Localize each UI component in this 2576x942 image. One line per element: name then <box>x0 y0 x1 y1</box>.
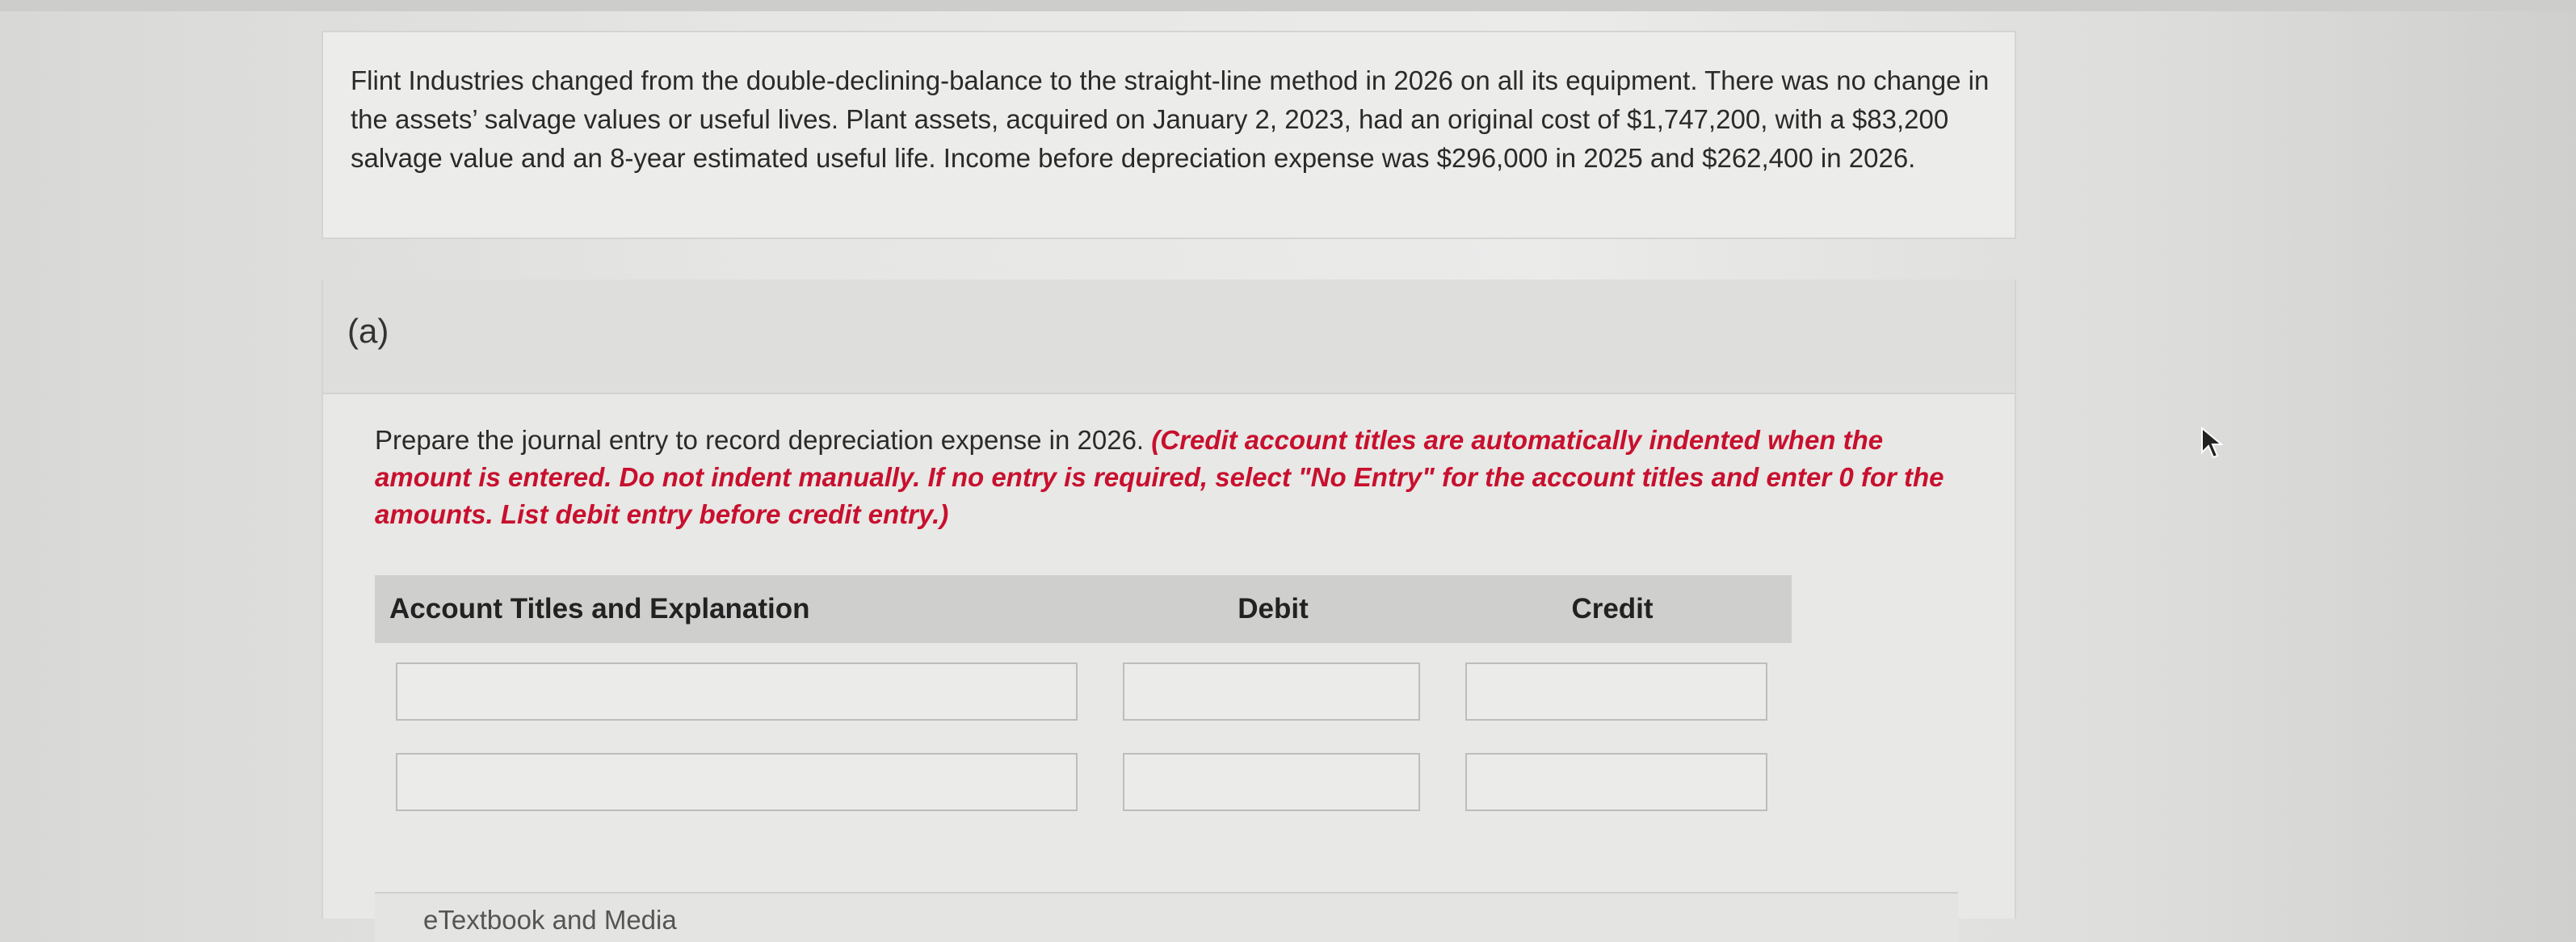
header-debit: Debit <box>1238 593 1309 624</box>
debit-input-1[interactable] <box>1123 662 1420 721</box>
top-strip <box>0 0 2576 11</box>
debit-input-2[interactable] <box>1123 753 1420 811</box>
question-panel: Flint Industries changed from the double… <box>321 31 2016 239</box>
etextbook-media-link[interactable]: eTextbook and Media <box>375 892 1958 942</box>
header-account-titles: Account Titles and Explanation <box>389 593 810 624</box>
header-credit: Credit <box>1571 593 1654 624</box>
instructions: Prepare the journal entry to record depr… <box>375 422 1958 533</box>
account-title-input-2[interactable] <box>396 753 1078 811</box>
part-a-panel: (a) Prepare the journal entry to record … <box>321 280 2016 942</box>
account-title-input-1[interactable] <box>396 662 1078 721</box>
credit-input-1[interactable] <box>1465 662 1767 721</box>
part-label: (a) <box>347 312 389 350</box>
question-text: Flint Industries changed from the double… <box>351 65 1990 173</box>
credit-input-2[interactable] <box>1465 753 1767 811</box>
mouse-pointer-icon <box>2200 426 2225 463</box>
instruction-plain: Prepare the journal entry to record depr… <box>375 425 1152 455</box>
journal-table-header: Account Titles and Explanation Debit Cre… <box>375 575 1792 643</box>
etextbook-label: eTextbook and Media <box>423 905 677 935</box>
part-header: (a) <box>323 280 2015 394</box>
